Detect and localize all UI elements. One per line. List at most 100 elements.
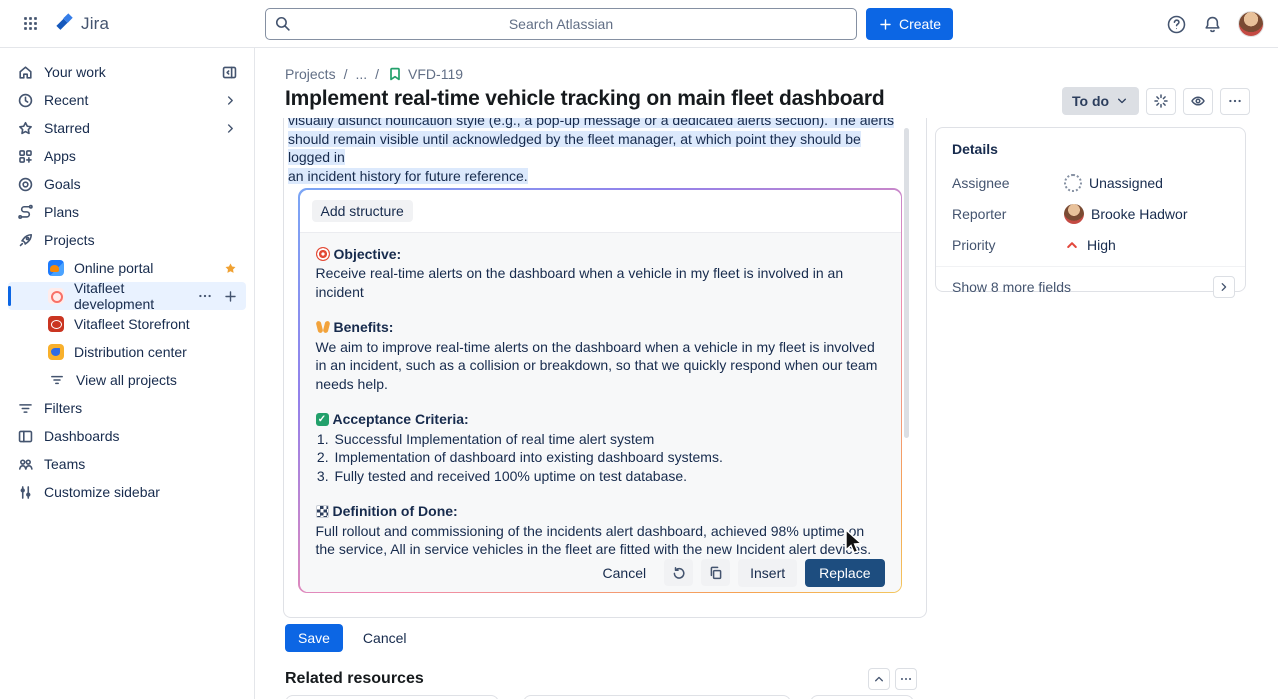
project-more-actions-icon[interactable] <box>197 288 213 304</box>
show-more-fields-label: Show 8 more fields <box>952 279 1071 295</box>
sidebar-item-teams[interactable]: Teams <box>8 450 246 478</box>
breadcrumb-ellipsis[interactable]: ... <box>355 66 367 82</box>
sidebar-project-distribution-center[interactable]: Distribution center <box>8 338 246 366</box>
user-avatar[interactable] <box>1238 11 1264 37</box>
sidebar-project-vitafleet-storefront[interactable]: Vitafleet Storefront <box>8 310 246 338</box>
clock-icon <box>16 92 34 109</box>
sidebar-item-label: Goals <box>44 176 81 192</box>
global-search <box>265 8 857 40</box>
breadcrumb-issue-key[interactable]: VFD-119 <box>408 66 463 82</box>
sidebar-item-apps[interactable]: Apps <box>8 142 246 170</box>
assignee-value[interactable]: Unassigned <box>1064 174 1163 192</box>
check-mark-emoji: ✓ <box>316 413 329 426</box>
priority-value[interactable]: High <box>1064 237 1116 253</box>
watch-eye-button[interactable] <box>1183 88 1213 115</box>
sidebar-item-plans[interactable]: Plans <box>8 198 246 226</box>
description-editor[interactable]: visually distinct notification style (e.… <box>283 118 927 618</box>
save-button[interactable]: Save <box>285 624 343 652</box>
ai-regenerate-button[interactable] <box>664 559 693 586</box>
status-dropdown-button[interactable]: To do <box>1062 87 1139 115</box>
related-resource-card[interactable] <box>810 695 914 699</box>
ai-replace-button[interactable]: Replace <box>805 559 884 587</box>
project-add-icon[interactable] <box>223 289 238 304</box>
section-more-button[interactable] <box>895 668 917 690</box>
breadcrumb-projects-link[interactable]: Projects <box>285 66 336 82</box>
jira-wordmark: Jira <box>81 14 109 34</box>
reporter-label: Reporter <box>952 206 1064 222</box>
ai-insert-button[interactable]: Insert <box>738 559 797 587</box>
sidebar-item-recent[interactable]: Recent <box>8 86 246 114</box>
sidebar-item-projects[interactable]: Projects <box>8 226 246 254</box>
related-resource-card[interactable] <box>285 695 499 699</box>
sidebar-item-label: Recent <box>44 92 88 108</box>
related-resource-card[interactable] <box>523 695 791 699</box>
vitafleet-development-project-icon <box>48 288 64 304</box>
sidebar-view-all-projects[interactable]: View all projects <box>8 366 246 394</box>
ai-action-buttons: Cancel Insert Replace <box>316 559 885 589</box>
search-icon <box>274 15 291 32</box>
reporter-avatar <box>1064 204 1084 224</box>
sidebar-item-label: Filters <box>44 400 82 416</box>
details-panel-title: Details <box>936 128 1245 167</box>
search-input[interactable] <box>265 8 857 40</box>
app-switcher-icon[interactable] <box>14 8 46 40</box>
raised-hands-emoji <box>316 320 330 334</box>
ai-section-acceptance-criteria: ✓Acceptance Criteria: Successful Impleme… <box>316 410 885 485</box>
jira-logo[interactable]: Jira <box>54 13 109 34</box>
more-actions-button[interactable] <box>1220 88 1250 115</box>
sidebar-project-vitafleet-development[interactable]: Vitafleet development <box>8 282 246 310</box>
dashboard-icon <box>16 428 34 445</box>
collapse-section-button[interactable] <box>868 668 890 690</box>
status-label: To do <box>1072 93 1109 109</box>
sidebar-item-your-work[interactable]: Your work <box>8 58 246 86</box>
editor-scrollbar[interactable] <box>904 128 909 438</box>
favorite-star-icon[interactable] <box>223 261 238 276</box>
ai-cancel-button[interactable]: Cancel <box>593 560 657 586</box>
undo-icon <box>671 565 687 581</box>
reporter-field: Reporter Brooke Hadwor <box>936 198 1245 229</box>
list-item: Fully tested and received 100% uptime on… <box>333 467 885 486</box>
sidebar-item-label: Your work <box>44 64 106 80</box>
related-resources-title: Related resources <box>285 670 424 688</box>
show-more-fields-row[interactable]: Show 8 more fields <box>936 266 1245 306</box>
acceptance-criteria-list: Successful Implementation of real time a… <box>316 430 885 486</box>
breadcrumb-separator: / <box>344 66 348 82</box>
apps-icon <box>16 148 34 165</box>
selected-text-line: should remain visible until acknowledged… <box>288 131 861 166</box>
collapse-sidebar-icon[interactable] <box>221 64 238 81</box>
sidebar-item-label: Projects <box>44 232 95 248</box>
ai-copy-button[interactable] <box>701 559 730 586</box>
copy-icon <box>708 565 724 581</box>
help-icon[interactable] <box>1166 14 1187 35</box>
ai-sparkle-button[interactable] <box>1146 88 1176 115</box>
list-item: Implementation of dashboard into existin… <box>333 448 885 467</box>
sidebar-item-label: Plans <box>44 204 79 220</box>
sidebar-item-filters[interactable]: Filters <box>8 394 246 422</box>
sidebar-item-dashboards[interactable]: Dashboards <box>8 422 246 450</box>
sidebar-item-goals[interactable]: Goals <box>8 170 246 198</box>
description-text: visually distinct notification style (e.… <box>288 118 894 185</box>
priority-label: Priority <box>952 237 1064 253</box>
vitafleet-storefront-project-icon <box>48 316 64 332</box>
checkered-flag-emoji <box>316 505 329 518</box>
breadcrumb: Projects / ... / VFD-119 <box>285 66 463 82</box>
project-label: Online portal <box>74 260 153 276</box>
assignee-name: Unassigned <box>1089 175 1163 191</box>
unassigned-avatar-icon <box>1064 174 1082 192</box>
reporter-value[interactable]: Brooke Hadwor <box>1064 204 1188 224</box>
cancel-button[interactable]: Cancel <box>353 624 417 652</box>
expand-fields-button[interactable] <box>1213 276 1235 298</box>
sidebar-project-online-portal[interactable]: Online portal <box>8 254 246 282</box>
sidebar-item-customize-sidebar[interactable]: Customize sidebar <box>8 478 246 506</box>
sliders-icon <box>16 484 34 501</box>
priority-high-icon <box>1064 237 1080 253</box>
plus-icon <box>878 17 893 32</box>
ai-section-heading: Benefits: <box>334 318 394 337</box>
sidebar-item-label: Starred <box>44 120 90 136</box>
teams-icon <box>16 456 34 473</box>
notifications-bell-icon[interactable] <box>1202 14 1223 35</box>
selected-text-line: visually distinct notification style (e.… <box>288 118 894 128</box>
sidebar-item-starred[interactable]: Starred <box>8 114 246 142</box>
priority-field: Priority High <box>936 229 1245 260</box>
create-button[interactable]: Create <box>866 8 953 40</box>
